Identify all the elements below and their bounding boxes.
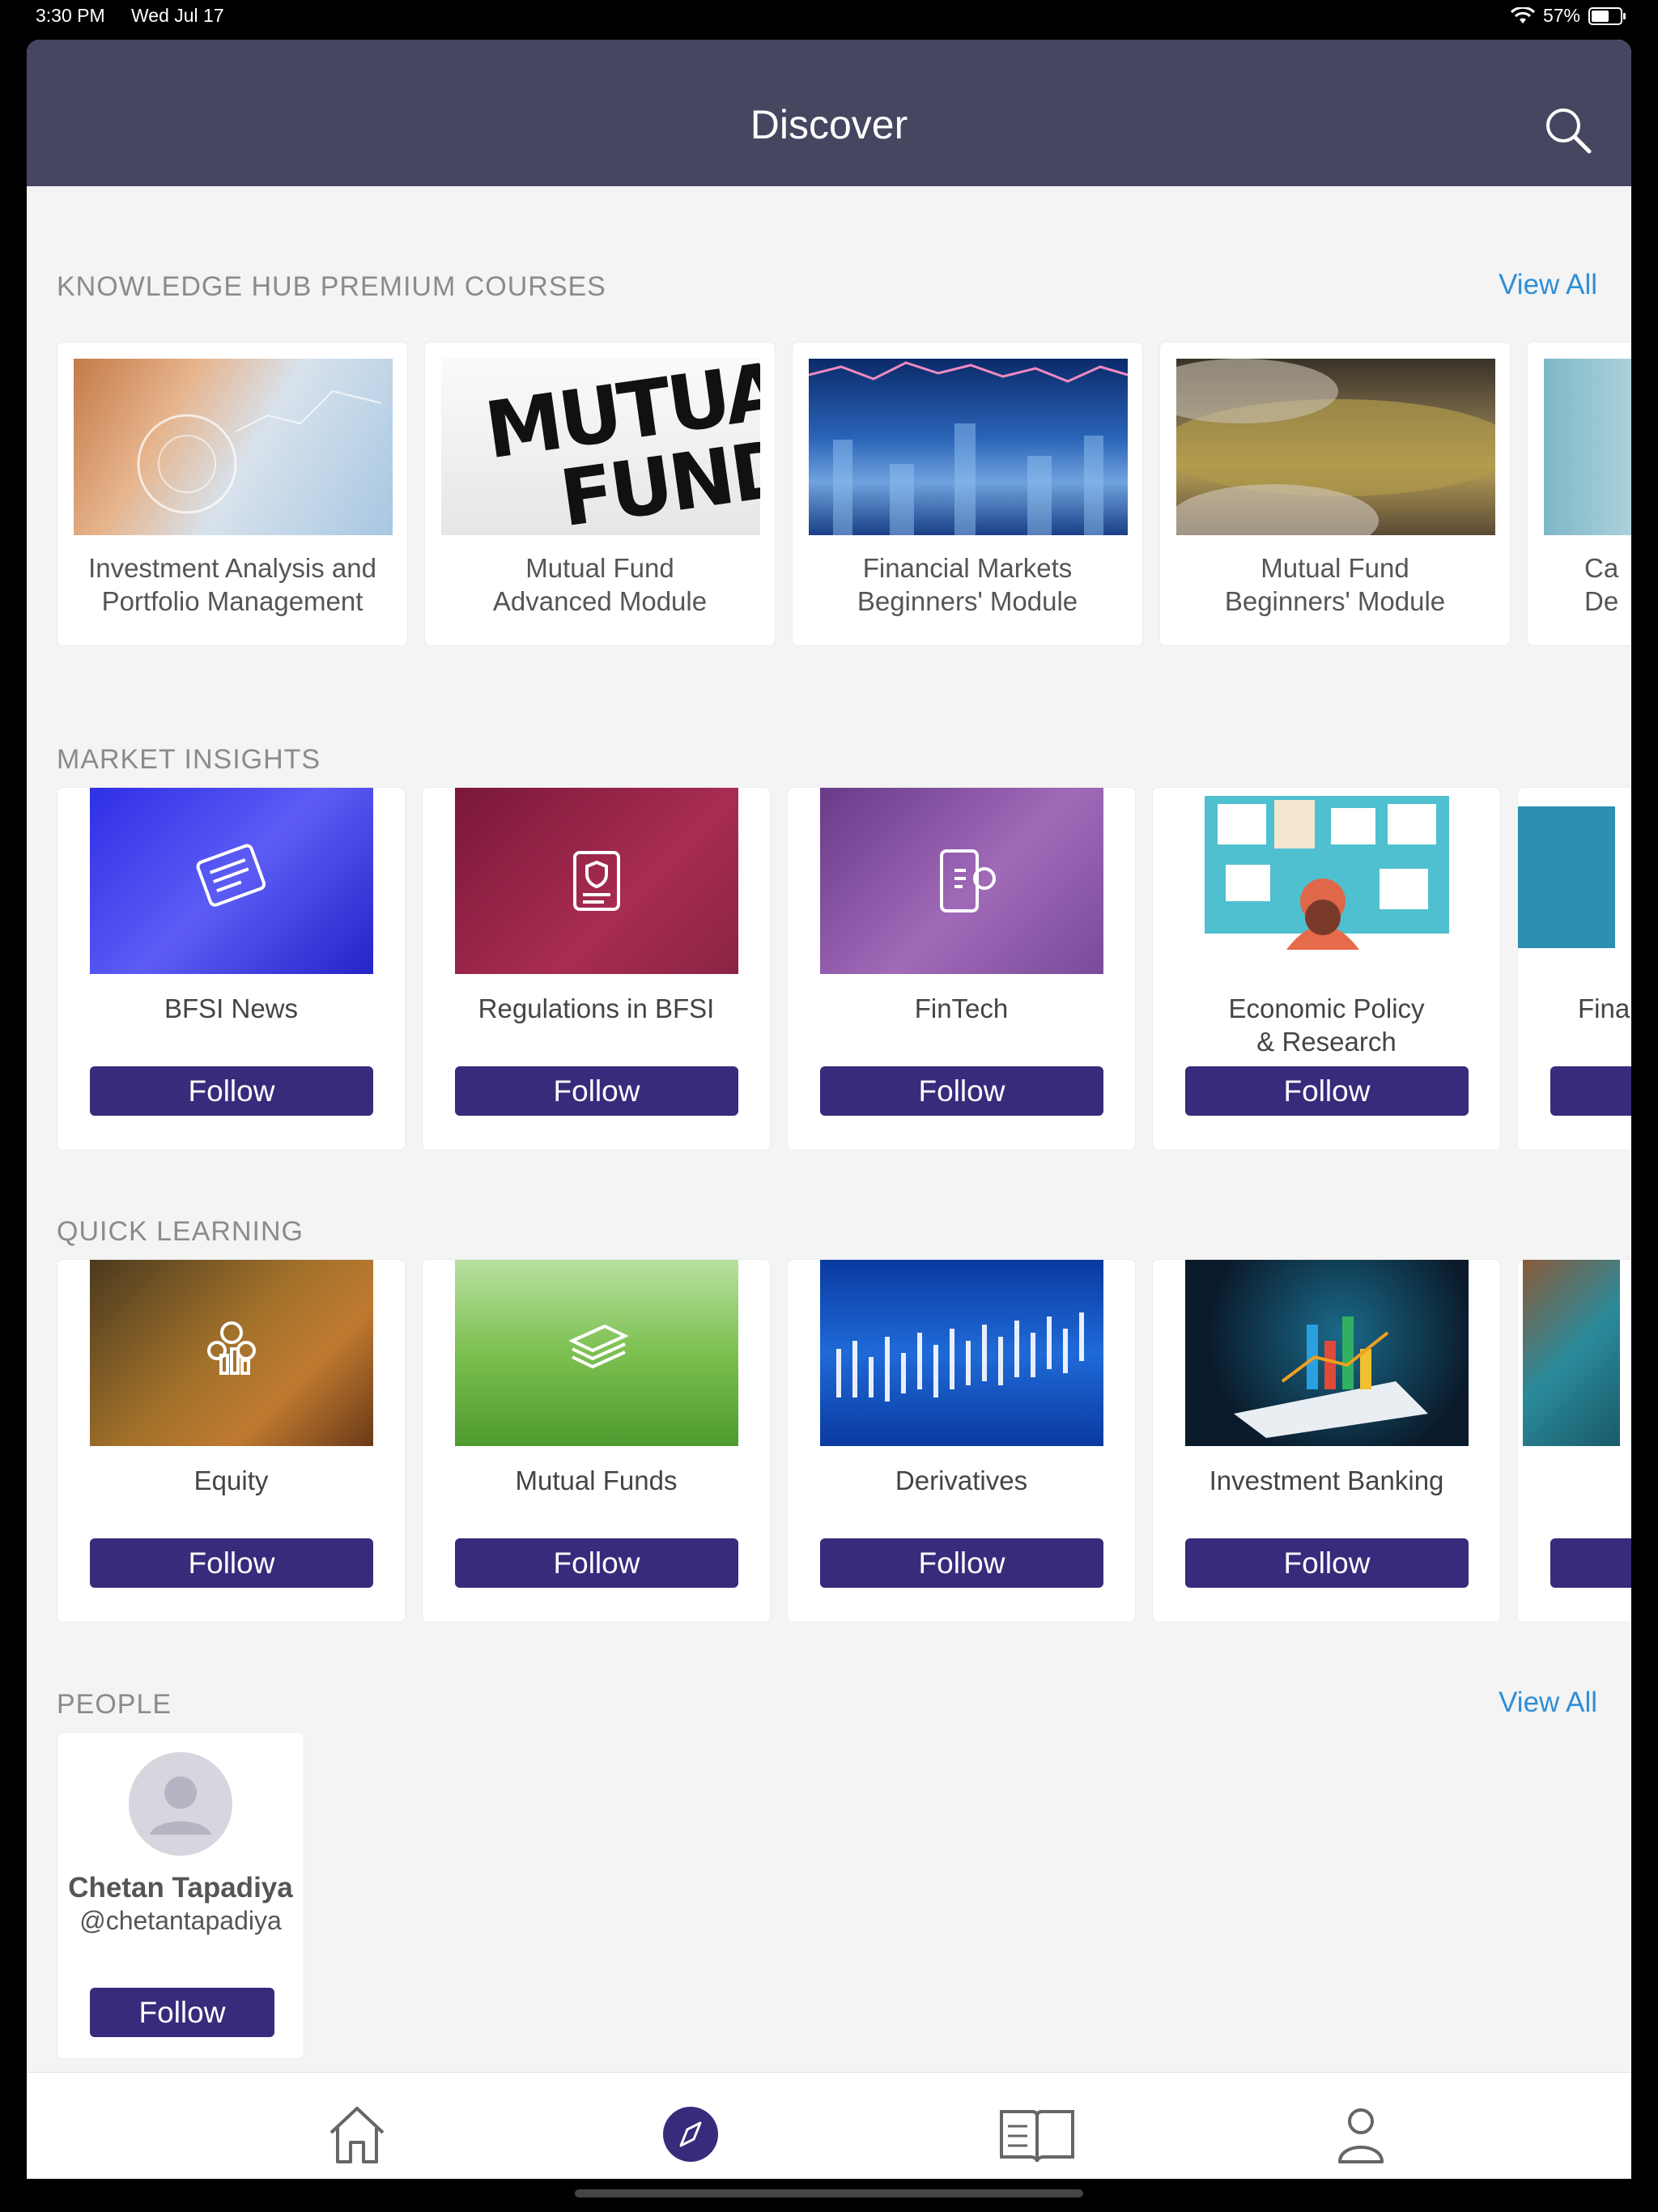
tab-library[interactable] [997, 2102, 1078, 2167]
topic-image [90, 1260, 373, 1446]
topic-card[interactable]: Mutual Funds Follow [422, 1259, 771, 1623]
fintech-phone-icon [940, 849, 996, 912]
section-title-courses: KNOWLEDGE HUB PREMIUM COURSES [57, 271, 606, 302]
topic-title: Equity [193, 1465, 269, 1495]
follow-button[interactable]: Follow [90, 1066, 373, 1116]
topic-title: Fina [1578, 993, 1630, 1023]
battery-percent: 57% [1542, 5, 1580, 26]
section-title-quick-learning: QUICK LEARNING [57, 1216, 304, 1247]
course-card[interactable]: Financial Markets Beginners' Module [792, 342, 1143, 646]
quick-learning-row: Equity Follow Mutual Funds Follow Deriva… [57, 1259, 1631, 1623]
topic-card[interactable]: Investment Banking Follow [1152, 1259, 1501, 1623]
topic-title: Derivatives [895, 1465, 1028, 1495]
profile-icon [1338, 2108, 1384, 2163]
people-row: Chetan Tapadiya @chetantapadiya Follow [57, 1732, 304, 2059]
course-image [1176, 359, 1495, 535]
topic-card[interactable]: Economic Policy & Research Follow [1152, 787, 1501, 1151]
course-card[interactable]: Ca De [1527, 342, 1631, 646]
topic-title: Regulations in BFSI [478, 993, 715, 1023]
person-handle: @chetantapadiya [79, 1906, 282, 1935]
course-title: Mutual Fund Advanced Module [492, 553, 708, 616]
home-icon [329, 2107, 385, 2163]
topic-card[interactable] [1517, 1259, 1631, 1623]
topic-card[interactable]: BFSI News Follow [57, 787, 406, 1151]
page-title: Discover [750, 102, 908, 147]
section-title-people: PEOPLE [57, 1689, 172, 1720]
compass-icon [663, 2107, 718, 2162]
follow-button[interactable]: Follow [455, 1066, 738, 1116]
topic-image [1185, 1260, 1469, 1446]
section-title-market-insights: MARKET INSIGHTS [57, 744, 321, 775]
market-insights-row: BFSI News Follow Regulations in BFSI Fol… [57, 787, 1631, 1151]
money-growth-icon [207, 1321, 256, 1375]
topic-card[interactable]: FinTech Follow [787, 787, 1136, 1151]
course-title: Ca De [1584, 553, 1619, 616]
topic-title: FinTech [914, 993, 1009, 1023]
follow-button[interactable] [1550, 1538, 1631, 1588]
status-time: 3:30 PM [36, 5, 105, 26]
battery-icon [1588, 6, 1626, 25]
person-name: Chetan Tapadiya [68, 1872, 293, 1904]
topic-image [90, 788, 373, 974]
course-image [74, 359, 393, 535]
courses-view-all-link[interactable]: View All [1499, 269, 1597, 301]
topic-image [1518, 806, 1615, 948]
topic-card[interactable]: Regulations in BFSI Follow [422, 787, 771, 1151]
courses-row: Investment Analysis and Portfolio Managem… [57, 342, 1631, 646]
book-icon [1000, 2110, 1074, 2163]
status-bar: 3:30 PM Wed Jul 17 57% [0, 0, 1658, 36]
topic-card[interactable]: Derivatives Follow [787, 1259, 1136, 1623]
people-view-all-link[interactable]: View All [1499, 1687, 1597, 1719]
follow-button[interactable]: Follow [820, 1538, 1103, 1588]
user-placeholder-icon [150, 1776, 211, 1835]
course-title: Financial Markets Beginners' Module [857, 553, 1078, 616]
course-image [809, 359, 1128, 535]
topic-card[interactable]: Equity Follow [57, 1259, 406, 1623]
topic-card[interactable]: Fina [1517, 787, 1631, 1151]
topic-image [455, 788, 738, 974]
regulation-document-icon [573, 851, 620, 911]
tab-discover[interactable] [658, 2102, 723, 2167]
course-card[interactable]: Investment Analysis and Portfolio Managem… [57, 342, 408, 646]
topic-image [455, 1260, 738, 1446]
follow-button[interactable]: Follow [1185, 1066, 1469, 1116]
search-button[interactable] [1544, 106, 1592, 155]
avatar [129, 1752, 232, 1856]
follow-button[interactable]: Follow [820, 1066, 1103, 1116]
course-image: MUTUAL FUND [441, 359, 760, 535]
topic-title: Investment Banking [1209, 1465, 1444, 1495]
topic-image [820, 788, 1103, 974]
status-indicators: 57% [1510, 5, 1626, 27]
newspaper-icon [196, 844, 266, 907]
tab-home[interactable] [325, 2102, 389, 2167]
wifi-icon [1510, 6, 1535, 23]
course-title: Mutual Fund Beginners' Module [1224, 553, 1446, 616]
topic-image [1523, 1260, 1620, 1446]
topic-title: Economic Policy & Research [1228, 993, 1425, 1057]
course-card[interactable]: Mutual Fund Beginners' Module [1159, 342, 1511, 646]
follow-button[interactable]: Follow [90, 1538, 373, 1588]
cash-stack-icon [568, 1324, 629, 1369]
follow-button[interactable] [1550, 1066, 1631, 1116]
course-card[interactable]: MUTUAL FUND Mutual Fund Advanced Module [424, 342, 776, 646]
nav-bar: Discover [27, 40, 1631, 186]
topic-image [1201, 788, 1452, 974]
tab-bar [27, 2072, 1631, 2179]
topic-title: BFSI News [164, 993, 299, 1023]
topic-title: Mutual Funds [515, 1465, 678, 1495]
course-title: Investment Analysis and Portfolio Managem… [88, 553, 376, 616]
follow-button[interactable]: Follow [90, 1988, 274, 2037]
search-icon [1546, 108, 1592, 154]
home-indicator [575, 2189, 1083, 2197]
follow-button[interactable]: Follow [1185, 1538, 1469, 1588]
status-date: Wed Jul 17 [131, 5, 224, 26]
topic-image [820, 1260, 1103, 1446]
follow-button[interactable]: Follow [455, 1538, 738, 1588]
person-card[interactable]: Chetan Tapadiya @chetantapadiya Follow [57, 1732, 304, 2059]
app-window: Discover KNOWLEDGE HUB PREMIUM COURSES V… [27, 40, 1631, 2179]
course-image [1544, 359, 1631, 535]
tab-profile[interactable] [1329, 2102, 1393, 2167]
